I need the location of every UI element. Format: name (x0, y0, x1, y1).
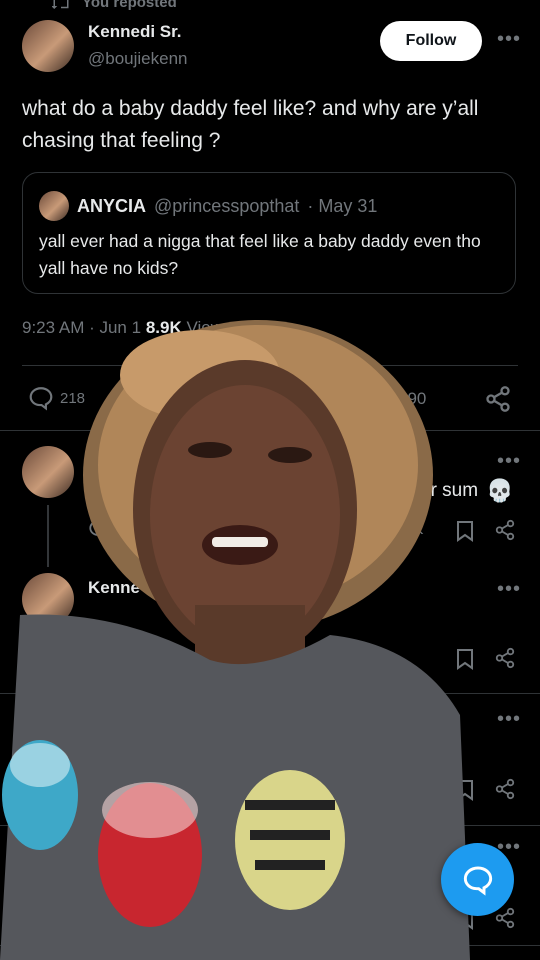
repost-label: You reposted (82, 0, 177, 11)
bookmark-icon[interactable] (455, 648, 475, 670)
reply-avatar[interactable] (22, 446, 74, 498)
reply-text: or sum 💀 (420, 478, 513, 504)
share-icon[interactable] (484, 385, 512, 413)
quote-tweet[interactable]: ANYCIA @princesspopthat · May 31 yall ev… (22, 172, 516, 294)
timestamp-text: 9:23 AM · Jun 1 (22, 318, 142, 337)
bottom-view-count: K (408, 910, 419, 927)
reply-text-fragment: or sum (420, 480, 479, 501)
reply-icon (28, 385, 54, 411)
more-icon[interactable]: ••• (497, 450, 521, 473)
reply-author-name[interactable]: Kenne (88, 578, 140, 598)
views-count: 8.9K (145, 318, 182, 337)
tweet-timestamp: 9:23 AM · Jun 1 8.9K Views (22, 318, 232, 338)
reply-view-count: 2K (405, 521, 424, 538)
person-video-overlay (0, 320, 470, 960)
share-icon[interactable] (494, 647, 516, 669)
skull-icon: 💀 (486, 478, 514, 503)
tweet-text: what do a baby daddy feel like? and why … (22, 97, 479, 152)
repost-header: You reposted (52, 0, 177, 11)
divider (22, 365, 518, 366)
divider (0, 825, 540, 826)
share-icon[interactable] (494, 778, 516, 800)
reply-count: 218 (60, 389, 86, 407)
quote-date: · May 31 (307, 195, 378, 216)
reply-action[interactable] (88, 518, 110, 540)
more-icon[interactable]: ••• (497, 578, 521, 601)
quote-avatar (39, 191, 69, 221)
bookmark-count: 490 (398, 389, 427, 408)
reply-icon (88, 518, 110, 540)
repost-icon (52, 0, 70, 10)
divider (0, 945, 540, 946)
share-icon[interactable] (494, 519, 516, 541)
more-icon[interactable]: ••• (497, 708, 521, 731)
follow-button[interactable]: Follow (380, 21, 482, 61)
quote-author-handle: @princesspopthat (154, 195, 300, 216)
views-action: K (408, 910, 418, 927)
reply-action[interactable]: 218 (28, 385, 85, 411)
views-label: Views (186, 318, 232, 337)
divider (0, 430, 540, 431)
bookmark-icon[interactable] (455, 520, 475, 542)
compose-reply-icon (462, 864, 494, 896)
author-handle[interactable]: @boujiekenn (88, 49, 188, 69)
compose-reply-button[interactable] (441, 843, 514, 916)
author-name[interactable]: Kennedi Sr. (88, 22, 182, 42)
quote-header: ANYCIA @princesspopthat · May 31 (39, 191, 377, 221)
bookmark-action[interactable]: 490 (398, 389, 426, 409)
views-action: 2K (405, 521, 423, 538)
author-avatar[interactable] (22, 20, 74, 72)
quote-text: yall ever had a nigga that feel like a b… (39, 231, 481, 278)
quote-author-name: ANYCIA (77, 195, 147, 216)
divider (0, 693, 540, 694)
reply-avatar[interactable] (22, 573, 74, 625)
share-icon[interactable] (494, 907, 516, 929)
bookmark-icon[interactable] (455, 779, 475, 801)
thread-line (47, 505, 49, 567)
more-icon[interactable]: ••• (497, 28, 521, 51)
